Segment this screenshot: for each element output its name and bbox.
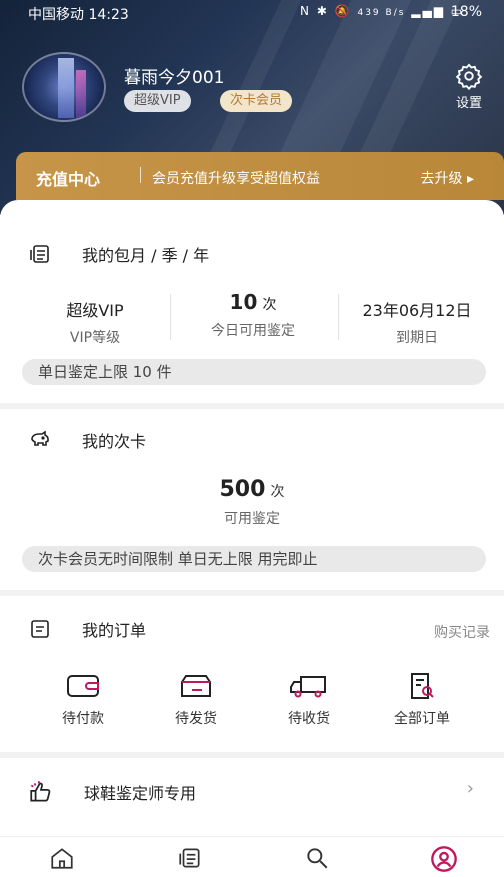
document-icon [30,245,49,263]
profile-icon [431,846,457,872]
truck-icon [290,676,326,698]
all-orders-button[interactable]: 全部订单 [377,672,467,728]
order-list-icon [31,620,49,638]
divider [170,294,171,340]
battery-level: 18% [450,4,482,20]
divider [338,294,339,340]
wallet-icon [67,675,99,697]
daily-appraisal-unit: 次 [262,297,277,313]
purchase-history-link[interactable]: 购买记录 [434,622,490,642]
vip-level-stat: 超级VIP VIP等级 [20,297,170,347]
tab-profile[interactable] [424,845,464,873]
card-pass-note: 次卡会员无时间限制 单日无上限 用完即止 [22,546,486,572]
order-search-icon [411,673,434,699]
card-pass-stat: 500 次 可用鉴定 [0,477,504,528]
recharge-banner[interactable]: 充值中心 会员充值升级享受超值权益 去升级 ▸ [16,152,504,200]
mute-icon: 🔕 [334,4,352,18]
all-orders-label: 全部订单 [394,711,450,727]
orders-title: 我的订单 [82,621,147,640]
username: 暮雨今夕001 [124,68,225,88]
list-icon [179,848,200,868]
vip-badge: 超级VIP [124,90,191,112]
bluetooth-icon: ✱ [316,4,329,18]
pending-shipment-label: 待发货 [175,711,217,727]
recharge-description: 会员充值升级享受超值权益 [152,171,320,187]
card-pass-unit: 次 [270,484,285,500]
settings-label: 设置 [455,96,482,111]
subscription-header: 我的包月 / 季 / 年 [28,242,209,266]
pending-payment-label: 待付款 [62,711,104,727]
carrier-time: 中国移动 14:23 [28,7,129,23]
section-divider [0,590,504,596]
network-speed: 439 B/s [357,8,406,18]
settings-button[interactable]: 设置 [450,62,488,112]
gear-icon [455,63,483,90]
daily-appraisal-count: 10 [229,290,258,314]
thumbs-up-icon [30,781,51,802]
daily-appraisal-stat: 10 次 今日可用鉴定 [178,290,328,340]
home-icon [51,848,73,869]
tab-list[interactable] [170,845,210,873]
card-pass-count: 500 [219,477,266,502]
daily-limit-note: 单日鉴定上限 10 件 [22,359,486,385]
orders-header[interactable]: 我的订单 [28,617,146,641]
card-pass-label: 可用鉴定 [224,511,280,527]
chevron-right-icon: › [466,778,474,799]
tab-home[interactable] [42,845,82,873]
vip-level-label: VIP等级 [69,330,121,346]
recharge-title: 充值中心 [36,170,101,189]
bottom-tab-bar [0,836,504,877]
subscription-title: 我的包月 / 季 / 年 [82,246,210,265]
appraiser-entry[interactable]: 球鞋鉴定师专用 › [0,760,504,822]
avatar[interactable] [22,52,106,122]
vip-level-value: 超级VIP [66,301,124,320]
section-divider [0,403,504,409]
status-icons: N ✱ 🔕 439 B/s ▂▄▆ ▭ [300,4,464,18]
pending-receipt-label: 待收货 [288,711,330,727]
tab-search[interactable] [297,845,337,873]
search-icon [307,848,328,869]
piggy-bank-icon [31,430,49,446]
nfc-icon: N [300,4,311,18]
expiry-stat: 23年06月12日 到期日 [342,297,492,347]
appraiser-title: 球鞋鉴定师专用 [84,784,197,803]
card-pass-title: 我的次卡 [82,432,147,451]
signal-icon: ▂▄▆ [411,4,445,18]
status-bar: 中国移动 14:23 N ✱ 🔕 439 B/s ▂▄▆ ▭ 18% [0,0,504,26]
expiry-label: 到期日 [396,330,438,346]
card-member-badge: 次卡会员 [220,90,293,112]
section-divider [0,752,504,758]
pending-receipt-button[interactable]: 待收货 [264,672,354,728]
upgrade-link[interactable]: 去升级 ▸ [421,168,474,188]
daily-appraisal-label: 今日可用鉴定 [211,323,295,339]
pending-shipment-button[interactable]: 待发货 [151,672,241,728]
box-icon [181,675,211,697]
expiry-date: 23年06月12日 [362,301,472,320]
card-pass-header: 我的次卡 [28,428,146,452]
separator [140,167,141,183]
pending-payment-button[interactable]: 待付款 [38,672,128,728]
